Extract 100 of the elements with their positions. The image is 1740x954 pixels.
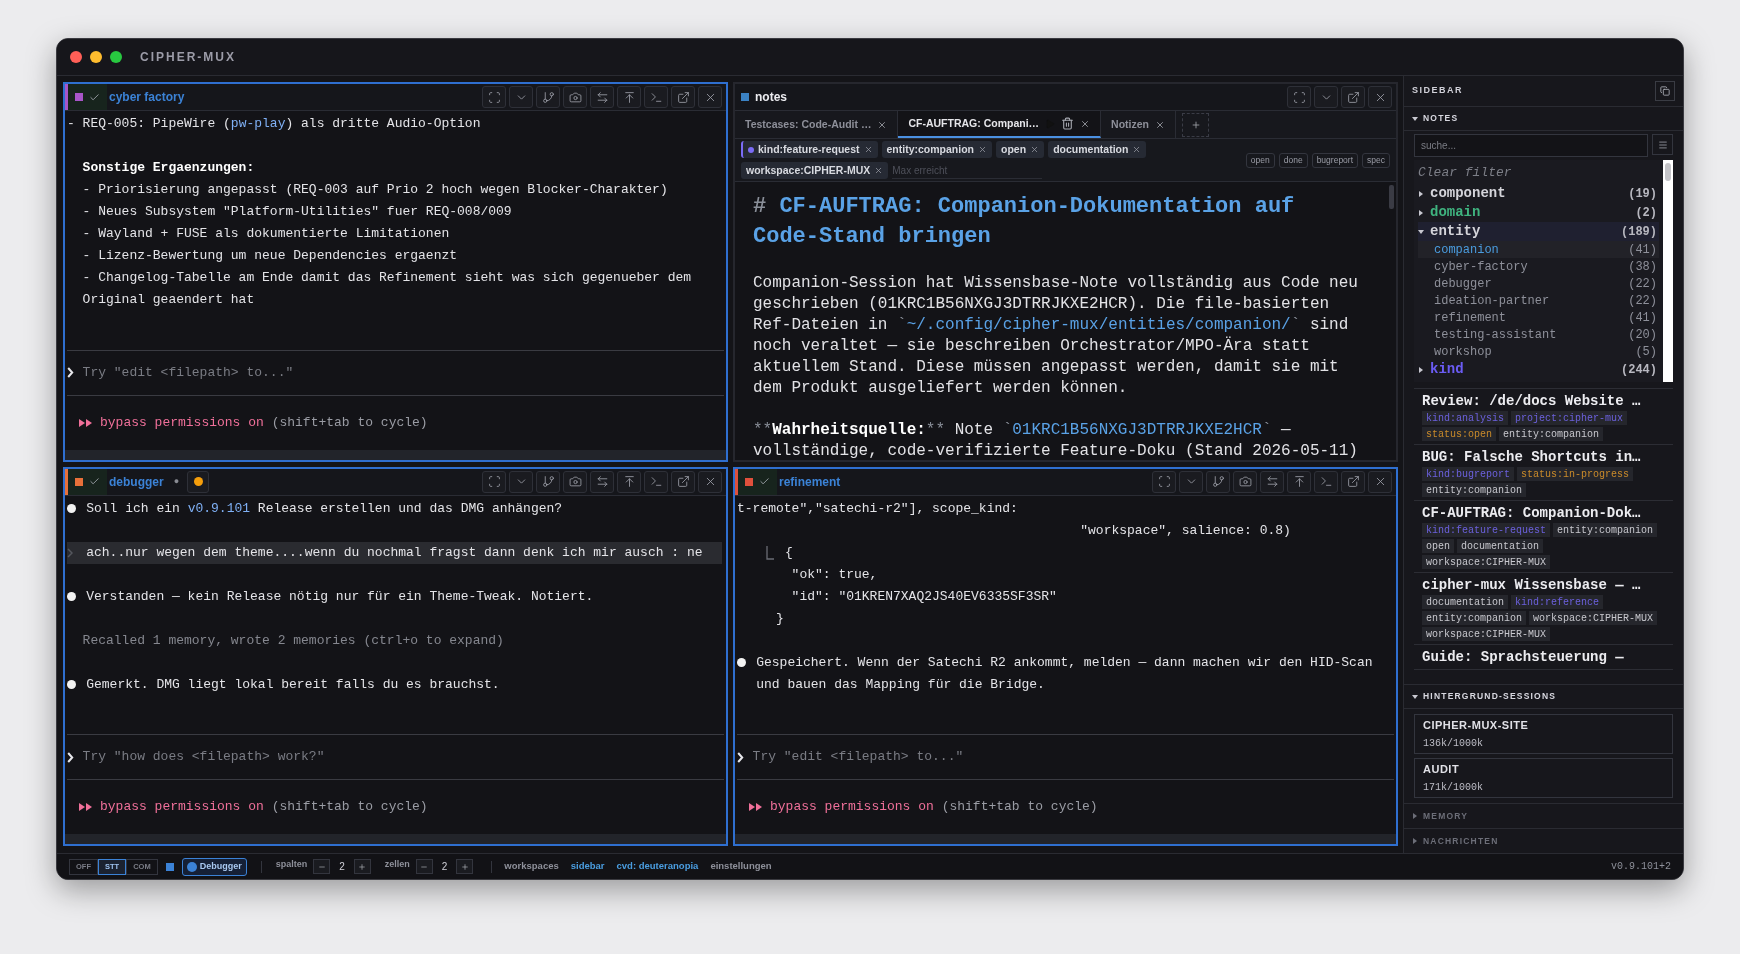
swap-button[interactable] xyxy=(590,86,614,108)
branch-button[interactable] xyxy=(536,470,560,493)
mode-status: bypass permissions on (shift+tab to cycle) xyxy=(770,798,1098,816)
tag-chip[interactable]: documentation xyxy=(1048,141,1147,158)
upload-button[interactable] xyxy=(1287,470,1311,493)
remove-icon xyxy=(1132,145,1142,154)
code-line: "ok": true, xyxy=(790,565,879,584)
quick-tag-button[interactable]: spec xyxy=(1362,152,1390,168)
screenshot-button[interactable] xyxy=(563,86,587,108)
new-tab-button[interactable] xyxy=(1182,112,1209,137)
section-header[interactable]: MEMORY xyxy=(1404,804,1683,828)
fullscreen-icon xyxy=(487,475,501,488)
tab[interactable]: Notizen xyxy=(1101,111,1176,138)
quick-tag-button[interactable]: done xyxy=(1278,152,1308,168)
tag-chip[interactable]: open xyxy=(996,141,1045,158)
decrement-button[interactable] xyxy=(313,859,331,874)
tab[interactable]: CF-AUFTRAG: Compani… xyxy=(898,111,1102,138)
close-button[interactable] xyxy=(1368,470,1392,493)
remove-icon xyxy=(874,166,884,175)
nav-link[interactable]: einstellungen xyxy=(710,859,772,874)
terminal-button[interactable] xyxy=(644,86,668,108)
quick-tag-button[interactable]: bugreport xyxy=(1311,152,1359,168)
prompt-input[interactable]: Try "edit <filepath> to..." xyxy=(82,362,720,383)
note-card[interactable]: CF-AUFTRAG: Companion-Dok… kind:feature-request entity:companion open documentation workspace:CIPHER-MUX xyxy=(1414,501,1673,573)
stepper-label: spalten xyxy=(275,858,308,872)
close-button[interactable] xyxy=(698,86,722,108)
pop-out-button[interactable] xyxy=(1341,86,1365,108)
scrollbar-thumb[interactable] xyxy=(1389,185,1394,209)
menu-button[interactable] xyxy=(1652,134,1673,155)
nav-link[interactable]: sidebar xyxy=(570,859,605,874)
tree-item[interactable]: workshop (5) xyxy=(1418,343,1659,360)
increment-button[interactable] xyxy=(353,859,371,874)
window-maximize-button[interactable] xyxy=(110,51,122,63)
section-header[interactable]: HINTERGRUND-SESSIONS xyxy=(1404,685,1683,709)
tree-item[interactable]: refinement (41) xyxy=(1418,309,1659,326)
window-close-button[interactable] xyxy=(70,51,82,63)
upload-button[interactable] xyxy=(617,470,641,493)
code-line: "id": "01KREN7XAQ2JS40EV6335SF3SR" xyxy=(790,587,1058,606)
prompt-input[interactable]: Try "edit <filepath> to..." xyxy=(752,747,1390,767)
tag-input[interactable]: Max erreicht xyxy=(892,162,1043,179)
fullscreen-button[interactable] xyxy=(1287,86,1311,108)
prompt-input[interactable]: Try "how does <filepath> work?" xyxy=(82,747,720,767)
quick-tag-button[interactable]: open xyxy=(1245,152,1275,168)
section-header[interactable]: NACHRICHTEN xyxy=(1404,829,1683,853)
terminal-button[interactable] xyxy=(644,470,668,493)
tree-item[interactable]: domain (2) xyxy=(1418,203,1659,222)
note-card[interactable]: BUG: Falsche Shortcuts in… kind:bugreport status:in-progress entity:companion xyxy=(1414,445,1673,501)
tree-item[interactable]: debugger (22) xyxy=(1418,275,1659,292)
pop-out-button[interactable] xyxy=(671,470,695,493)
nav-link[interactable]: workspaces xyxy=(504,859,559,874)
session-card[interactable]: AUDIT 171k/1000k xyxy=(1414,758,1673,798)
clear-filter-link[interactable]: Clear filter xyxy=(1418,163,1512,181)
tree-item[interactable]: kind (244) xyxy=(1418,360,1659,379)
tree-item[interactable]: component (19) xyxy=(1418,184,1659,203)
decrement-button[interactable] xyxy=(415,859,433,874)
screenshot-button[interactable] xyxy=(563,470,587,493)
tree-item[interactable]: ideation-partner (22) xyxy=(1418,292,1659,309)
tree-item[interactable]: entity (189) xyxy=(1418,222,1659,241)
tag-chip[interactable]: workspace:CIPHER-MUX xyxy=(741,162,889,179)
session-name: AUDIT xyxy=(1423,762,1461,778)
note-card[interactable]: Guide: Sprachsteuerung — xyxy=(1414,645,1673,670)
note-card[interactable]: cipher-mux Wissensbase — … documentation kind:reference entity:companion workspace:CIPHER-MUX workspace:CIPHER-MUX xyxy=(1414,573,1673,645)
tree-item[interactable]: cyber-factory (38) xyxy=(1418,258,1659,275)
fullscreen-button[interactable] xyxy=(482,470,506,493)
tag-chip[interactable]: kind:feature-request xyxy=(741,141,878,158)
increment-button[interactable] xyxy=(456,859,474,874)
fast-forward-icon xyxy=(79,418,92,427)
note-tag: kind:reference xyxy=(1511,595,1604,609)
close-button[interactable] xyxy=(1368,86,1392,108)
search-field[interactable]: suche... xyxy=(1414,134,1648,157)
alert-button[interactable] xyxy=(187,470,210,493)
screenshot-button[interactable] xyxy=(1233,470,1257,493)
window-minimize-button[interactable] xyxy=(90,51,102,63)
tree-item[interactable]: companion (41) xyxy=(1418,241,1659,258)
external-link-icon xyxy=(1346,90,1360,104)
section-header[interactable]: NOTES xyxy=(1404,107,1683,131)
pop-out-button[interactable] xyxy=(671,86,695,108)
scrollbar[interactable] xyxy=(1663,160,1673,382)
camera-icon xyxy=(568,90,582,104)
close-button[interactable] xyxy=(698,470,722,493)
note-title: CF-AUFTRAG: Companion-Dok… xyxy=(1422,505,1642,522)
branch-button[interactable] xyxy=(536,86,560,108)
pop-out-button[interactable] xyxy=(1341,470,1365,493)
tag-chip[interactable]: entity:companion xyxy=(881,141,993,158)
branch-button[interactable] xyxy=(1206,470,1230,493)
note-tag: workspace:CIPHER-MUX xyxy=(1422,555,1551,569)
active-session-button[interactable]: Debugger xyxy=(181,857,247,876)
upload-button[interactable] xyxy=(617,86,641,108)
tree-item[interactable]: testing-assistant (20) xyxy=(1418,326,1659,343)
note-tag: project:cipher-mux xyxy=(1511,411,1628,425)
swap-button[interactable] xyxy=(590,470,614,493)
terminal-button[interactable] xyxy=(1314,470,1338,493)
swap-button[interactable] xyxy=(1260,470,1284,493)
fullscreen-button[interactable] xyxy=(482,86,506,108)
detach-button[interactable] xyxy=(1655,81,1675,101)
session-card[interactable]: CIPHER-MUX-SITE 136k/1000k xyxy=(1414,714,1673,754)
upload-icon xyxy=(1292,475,1306,488)
note-card[interactable]: Review: /de/docs Website … kind:analysis project:cipher-mux status:open entity:companion xyxy=(1414,389,1673,445)
nav-link[interactable]: cvd: deuteranopia xyxy=(616,859,699,874)
fullscreen-button[interactable] xyxy=(1152,470,1176,493)
